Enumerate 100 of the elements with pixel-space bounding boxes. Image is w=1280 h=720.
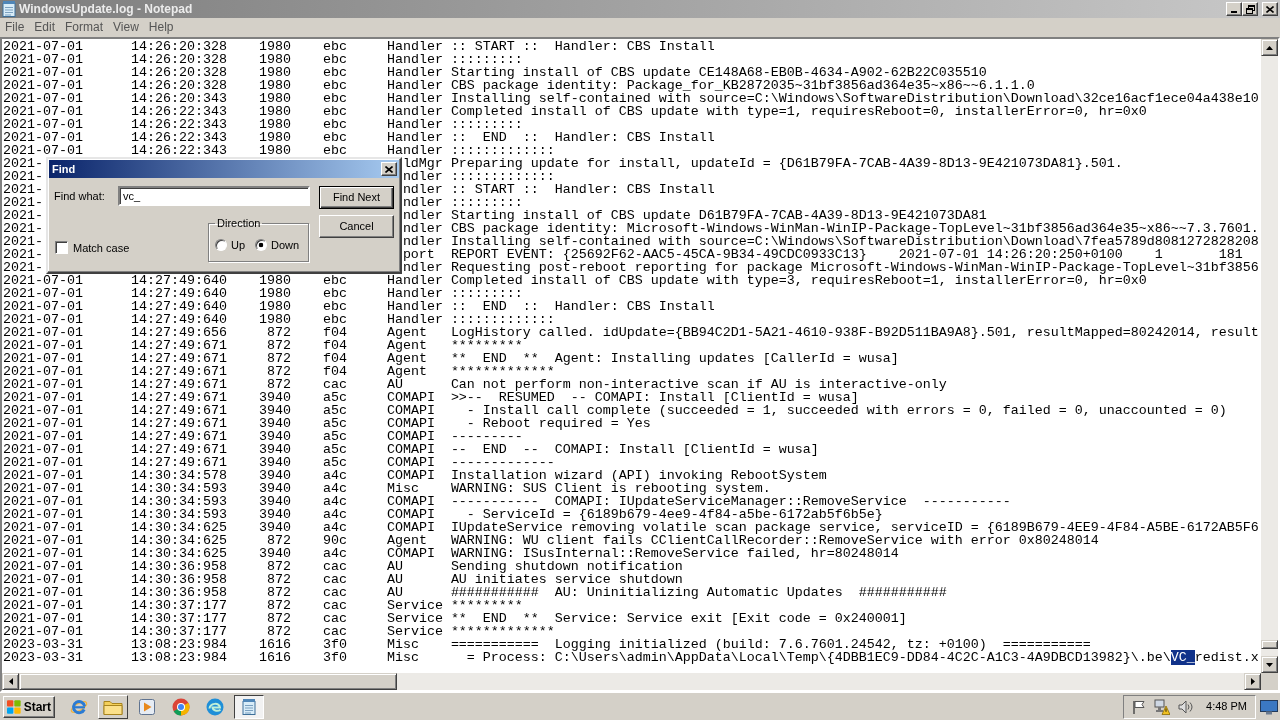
log-date: 2021- — [3, 222, 43, 235]
browser-icon[interactable] — [172, 697, 190, 716]
log-date: 2023-03-31 — [3, 638, 83, 651]
log-date: 2021-07-01 — [3, 573, 83, 586]
scroll-left-button[interactable] — [2, 673, 19, 690]
menu-item[interactable]: Help — [143, 18, 179, 37]
log-date: 2021- — [3, 170, 43, 183]
log-message: Completed install of CBS update with type=3, requiresReboot=1, installerError=0, hr=0x0 — [450, 274, 1147, 287]
log-time: 14:26:20:328 — [130, 53, 227, 66]
scrollbar-thumb[interactable] — [1261, 640, 1278, 649]
find-next-button[interactable]: Find Next — [319, 186, 394, 209]
log-tid: ebc — [322, 274, 347, 287]
log-component: ndler — [402, 261, 443, 274]
log-time: 14:26:20:328 — [130, 79, 227, 92]
radio-button[interactable] — [255, 239, 268, 252]
log-tid: a4c — [322, 521, 347, 534]
log-tid: a5c — [322, 417, 347, 430]
speaker-icon[interactable] — [1178, 699, 1195, 714]
log-time: 14:30:34:625 — [130, 547, 227, 560]
log-component: COMAPI — [386, 404, 435, 417]
taskbar-button[interactable] — [234, 694, 264, 719]
checkbox[interactable] — [55, 241, 68, 255]
log-component: AU — [386, 586, 403, 599]
log-tid: ebc — [322, 131, 347, 144]
browser-icon[interactable] — [206, 697, 224, 716]
checkbox-label[interactable]: Match case — [73, 239, 130, 256]
log-tid: ebc — [322, 79, 347, 92]
log-message: ----------- COMAPI: IUpdateServiceManager::RemoveService ----------- — [450, 495, 1011, 508]
caret-up-icon — [1266, 45, 1273, 50]
log-tid: a4c — [322, 482, 347, 495]
browser-icon[interactable] — [70, 697, 88, 716]
horizontal-scrollbar[interactable] — [2, 673, 1261, 690]
log-pid: 872 — [266, 625, 291, 638]
log-date: 2021-07-01 — [3, 482, 83, 495]
network-icon[interactable] — [1154, 698, 1171, 715]
log-component: ndler — [402, 209, 443, 222]
log-component: Misc — [386, 482, 419, 495]
log-tid: ebc — [322, 105, 347, 118]
log-component: Handler — [386, 313, 443, 326]
log-message: CBS package identity: Package_for_KB2872035~31bf3856ad364e35~x86~~6.1.1.0 — [450, 79, 1035, 92]
cancel-button[interactable]: Cancel — [319, 215, 394, 238]
radio-button[interactable] — [215, 239, 227, 252]
log-date: 2021-07-01 — [3, 40, 83, 53]
menu-item[interactable]: Format — [60, 18, 109, 37]
log-message: --------- — [450, 430, 523, 443]
log-message: - Install call complete (succeeded = 1, succeeded with errors = 0, failed = 0, unaccounted = 0) — [465, 404, 1227, 417]
log-component: Handler — [386, 300, 443, 313]
log-message: IUpdateService removing volatile scan package service, serviceID = {6189B679-4EE9-4F84-A5BE-6172AB5F6 — [450, 521, 1259, 534]
log-time: 14:30:34:625 — [130, 534, 227, 547]
log-component: COMAPI — [386, 443, 435, 456]
log-message: Starting install of CBS update D61B79FA-7CAB-4A39-8D13-9E421073DA81 — [450, 209, 987, 222]
log-tid: a5c — [322, 404, 347, 417]
menu-item[interactable]: View — [108, 18, 144, 37]
menu-item[interactable]: File — [0, 18, 30, 37]
find-what-label: Find what: — [54, 188, 106, 204]
log-pid: 3940 — [258, 430, 291, 443]
log-pid: 3940 — [258, 391, 291, 404]
play-icon[interactable] — [139, 698, 155, 715]
restore-button[interactable] — [1242, 2, 1258, 16]
dialog-title: Find — [52, 161, 76, 177]
log-pid: 3940 — [258, 508, 291, 521]
clock[interactable]: 4:48 PM — [1206, 698, 1247, 715]
log-time: 14:26:20:328 — [130, 66, 227, 79]
log-date: 2021-07-01 — [3, 131, 83, 144]
scroll-down-button[interactable] — [1261, 656, 1278, 673]
log-time: 14:27:49:671 — [130, 339, 227, 352]
scrollbar-thumb[interactable] — [19, 673, 397, 690]
close-icon — [1266, 5, 1274, 13]
log-time: 14:26:22:343 — [130, 131, 227, 144]
minimize-button[interactable] — [1226, 2, 1242, 16]
radio-label[interactable]: Up — [231, 237, 246, 254]
find-what-field[interactable]: vc_ — [118, 186, 310, 206]
log-pid: 872 — [266, 326, 291, 339]
log-message: Installing self-contained with source=C:\Windows\SoftwareDistribution\Download\7fea5789d8081272828208 — [450, 235, 1259, 248]
log-tid: ebc — [322, 313, 347, 326]
log-pid: 872 — [266, 612, 291, 625]
scroll-up-button[interactable] — [1261, 39, 1278, 56]
flag-icon[interactable] — [1132, 699, 1147, 714]
log-message: ** END ** Agent: Installing updates [CallerId = wusa] — [450, 352, 899, 365]
log-component: AU — [386, 573, 403, 586]
log-component: Handler — [386, 79, 443, 92]
log-pid: 872 — [266, 599, 291, 612]
log-tid: f04 — [322, 326, 347, 339]
log-component: Service — [386, 625, 443, 638]
log-component: COMAPI — [386, 495, 435, 508]
radio-label[interactable]: Down — [271, 237, 300, 254]
vertical-scrollbar[interactable] — [1261, 39, 1278, 673]
log-pid: 1980 — [258, 118, 291, 131]
close-button[interactable] — [381, 162, 397, 176]
log-component: port — [402, 248, 435, 261]
close-button[interactable] — [1262, 2, 1278, 16]
log-pid: 3940 — [258, 404, 291, 417]
log-tid: 3f0 — [322, 651, 347, 664]
log-tid: cac — [322, 586, 347, 599]
start-button[interactable]: Start — [3, 695, 55, 718]
scroll-right-button[interactable] — [1244, 673, 1261, 690]
menu-item[interactable]: Edit — [29, 18, 61, 37]
notepad-icon[interactable] — [242, 698, 256, 715]
log-message: :: END :: Handler: CBS Install — [450, 300, 715, 313]
log-date: 2021-07-01 — [3, 378, 83, 391]
